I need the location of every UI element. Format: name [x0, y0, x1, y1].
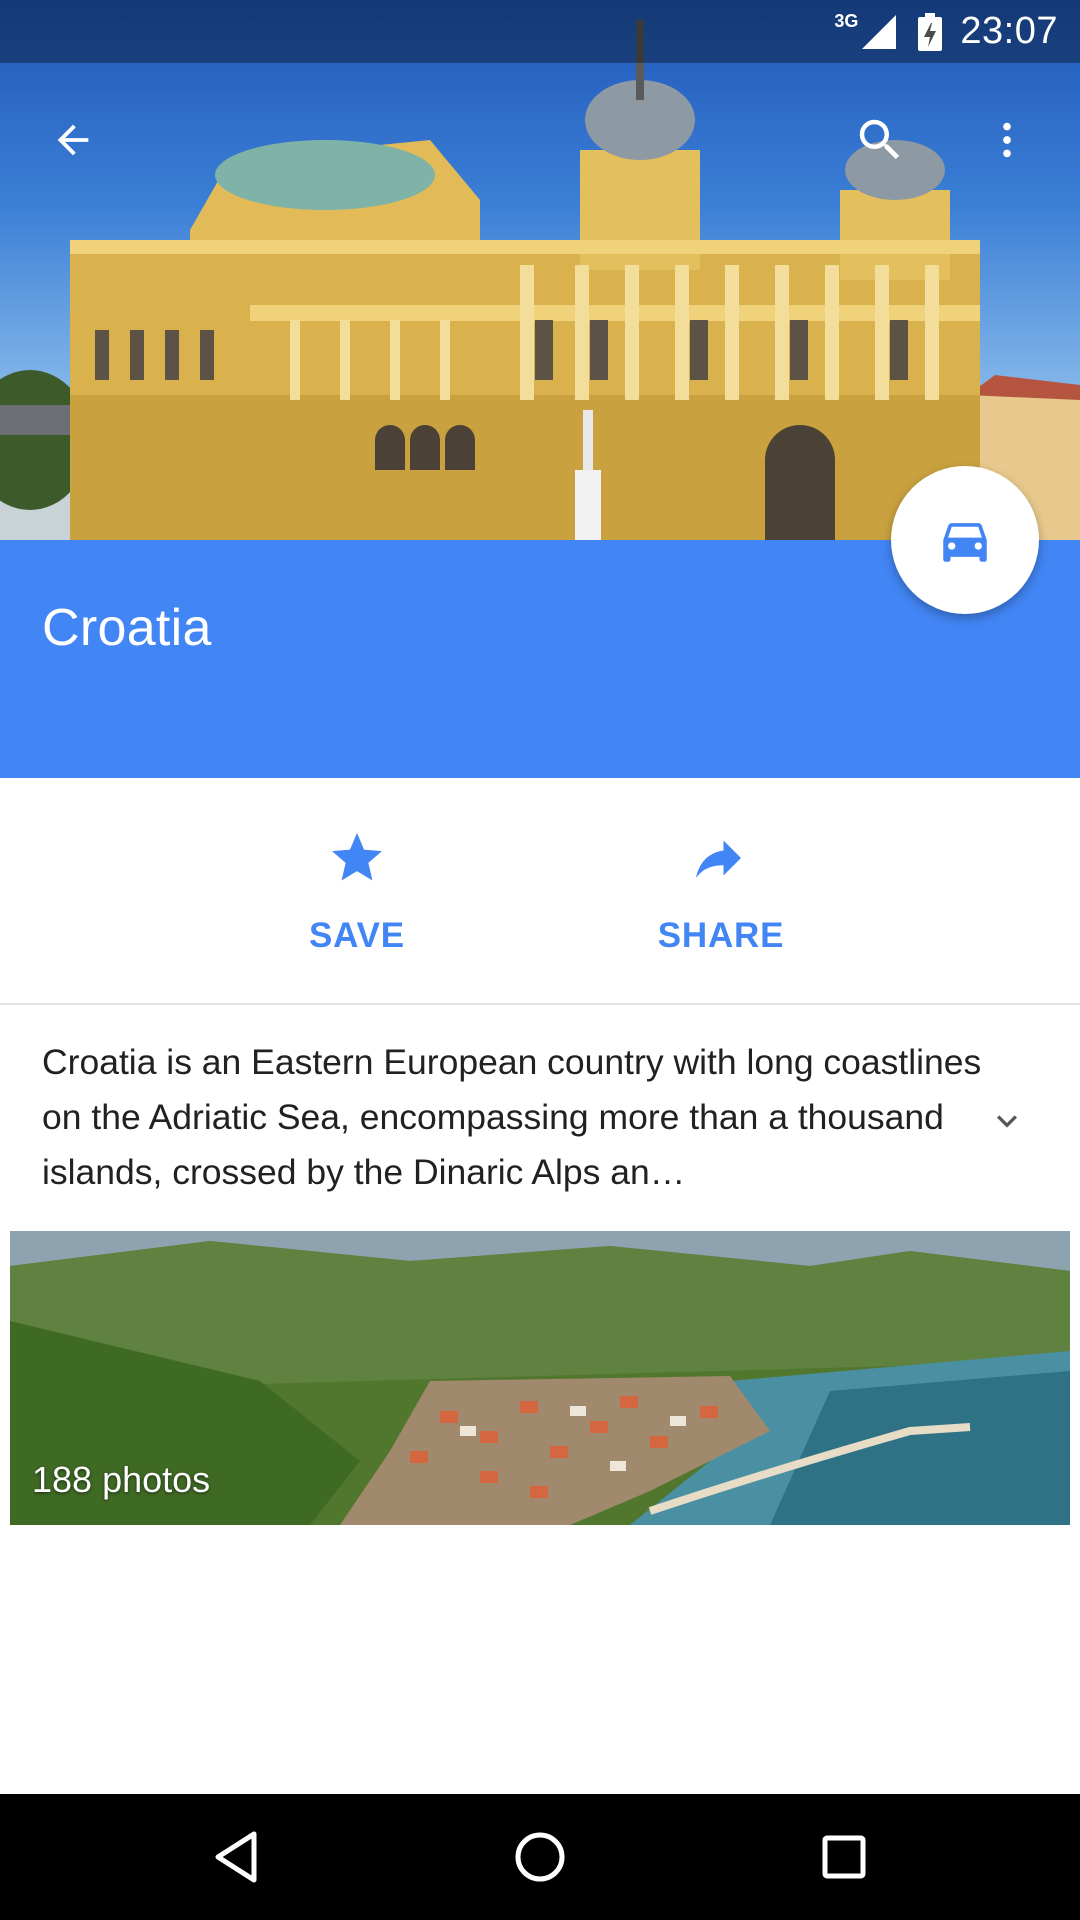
back-button[interactable]: [38, 105, 108, 175]
place-details-screen: 3G 23:07 Croatia SAVE SHARE Croatia is a…: [0, 0, 1080, 1920]
navigation-bar: [0, 1794, 1080, 1920]
place-description[interactable]: Croatia is an Eastern European country w…: [42, 1035, 992, 1200]
share-label: SHARE: [657, 916, 785, 955]
nav-home-button[interactable]: [500, 1822, 580, 1892]
arrow-back-icon: [57, 124, 89, 156]
nav-back-button[interactable]: [196, 1822, 276, 1892]
actions-row: SAVE SHARE: [0, 778, 1080, 1004]
nav-recents-button[interactable]: [804, 1822, 884, 1892]
photo-count: 188 photos: [32, 1459, 211, 1500]
car-icon: [943, 523, 987, 562]
save-label: SAVE: [309, 916, 405, 955]
search-icon: [859, 119, 900, 160]
share-button[interactable]: SHARE: [611, 828, 831, 978]
nav-recents-icon: [822, 1835, 866, 1879]
place-title: Croatia: [42, 599, 212, 657]
status-bar: 3G 23:07: [0, 0, 1080, 63]
more-options-button[interactable]: [972, 105, 1042, 175]
search-button[interactable]: [845, 105, 915, 175]
hero-photo[interactable]: [0, 0, 1080, 540]
divider: [0, 1003, 1080, 1005]
more-vert-icon: [1003, 122, 1011, 158]
network-type: 3G: [834, 11, 859, 31]
chevron-down-icon: [997, 1115, 1017, 1128]
save-button[interactable]: SAVE: [247, 828, 467, 978]
clock: 23:07: [960, 10, 1058, 52]
expand-description-button[interactable]: [982, 1096, 1032, 1146]
signal-icon: [862, 14, 897, 49]
share-arrow-icon: [696, 840, 741, 878]
nav-home-icon: [515, 1832, 565, 1882]
theatre-building-image: [0, 20, 1080, 540]
nav-back-icon: [215, 1831, 257, 1883]
photos-preview[interactable]: 188 photos: [10, 1231, 1070, 1525]
star-icon: [332, 833, 382, 881]
directions-button[interactable]: [891, 466, 1039, 614]
battery-charging-icon: [918, 12, 943, 51]
